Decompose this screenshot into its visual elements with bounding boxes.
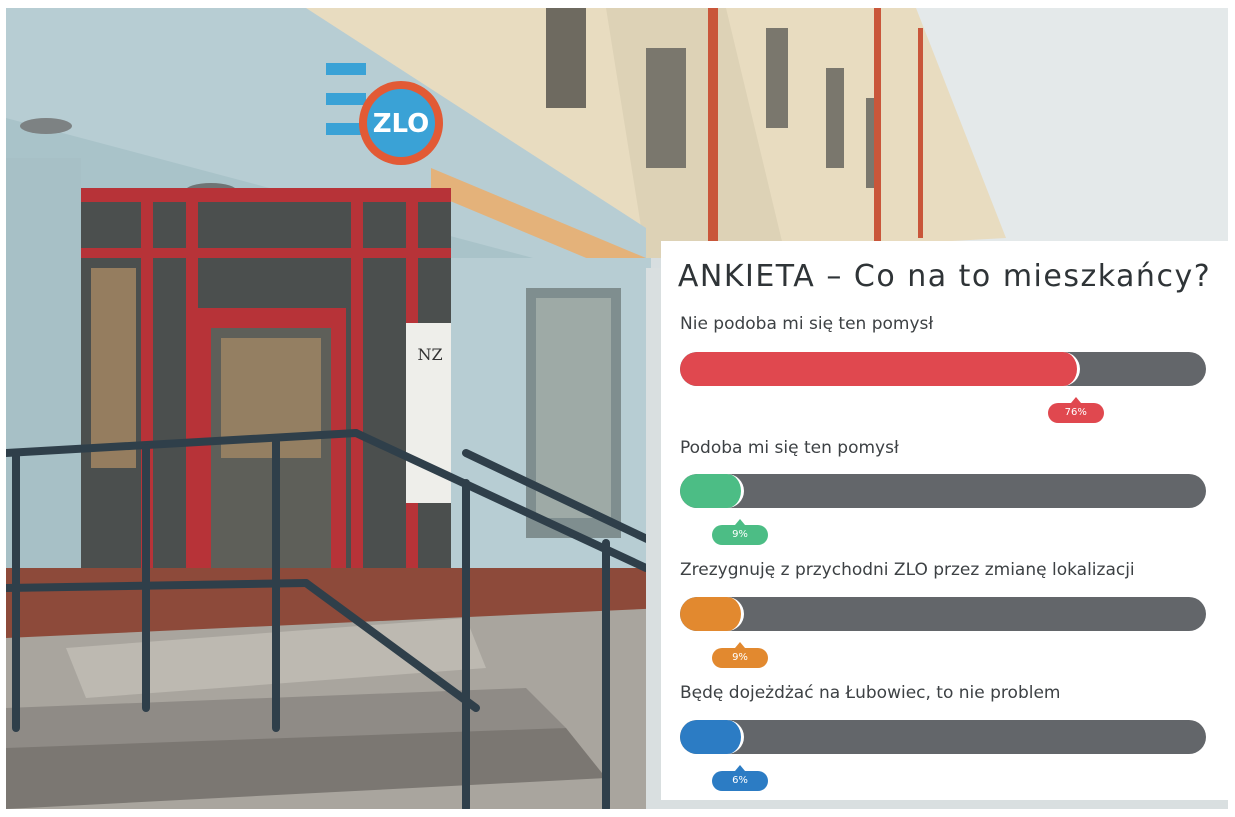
poll-option-label: Nie podoba mi się ten pomysł — [680, 314, 934, 334]
poll-percent-badge: 9% — [712, 519, 768, 545]
poll-bar-track — [680, 474, 1206, 508]
poll-bar-fill — [680, 597, 744, 631]
poll-title: ANKIETA – Co na to mieszkańcy? — [677, 259, 1212, 294]
poll-bar-fill — [680, 474, 744, 508]
poll-bar-fill — [680, 720, 744, 754]
poll-bar-track — [680, 720, 1206, 754]
poll-bar-track — [680, 352, 1206, 386]
poll-percent-badge: 9% — [712, 642, 768, 668]
poll-percent-badge: 6% — [712, 765, 768, 791]
poll-bar-track — [680, 597, 1206, 631]
clinic-sign-text: ZLO — [373, 109, 430, 139]
poll-percent-badge: 76% — [1047, 397, 1104, 423]
poll-option-label: Będę dojeżdżać na Łubowiec, to nie probl… — [680, 683, 1061, 703]
poll-panel: ANKIETA – Co na to mieszkańcy? Nie podob… — [661, 241, 1228, 800]
door-sign-text: NZ — [417, 345, 442, 364]
poll-option-label: Zrezygnuję z przychodni ZLO przez zmianę… — [680, 560, 1135, 580]
poll-bar-fill — [680, 352, 1080, 386]
poll-option-label: Podoba mi się ten pomysł — [680, 438, 899, 458]
